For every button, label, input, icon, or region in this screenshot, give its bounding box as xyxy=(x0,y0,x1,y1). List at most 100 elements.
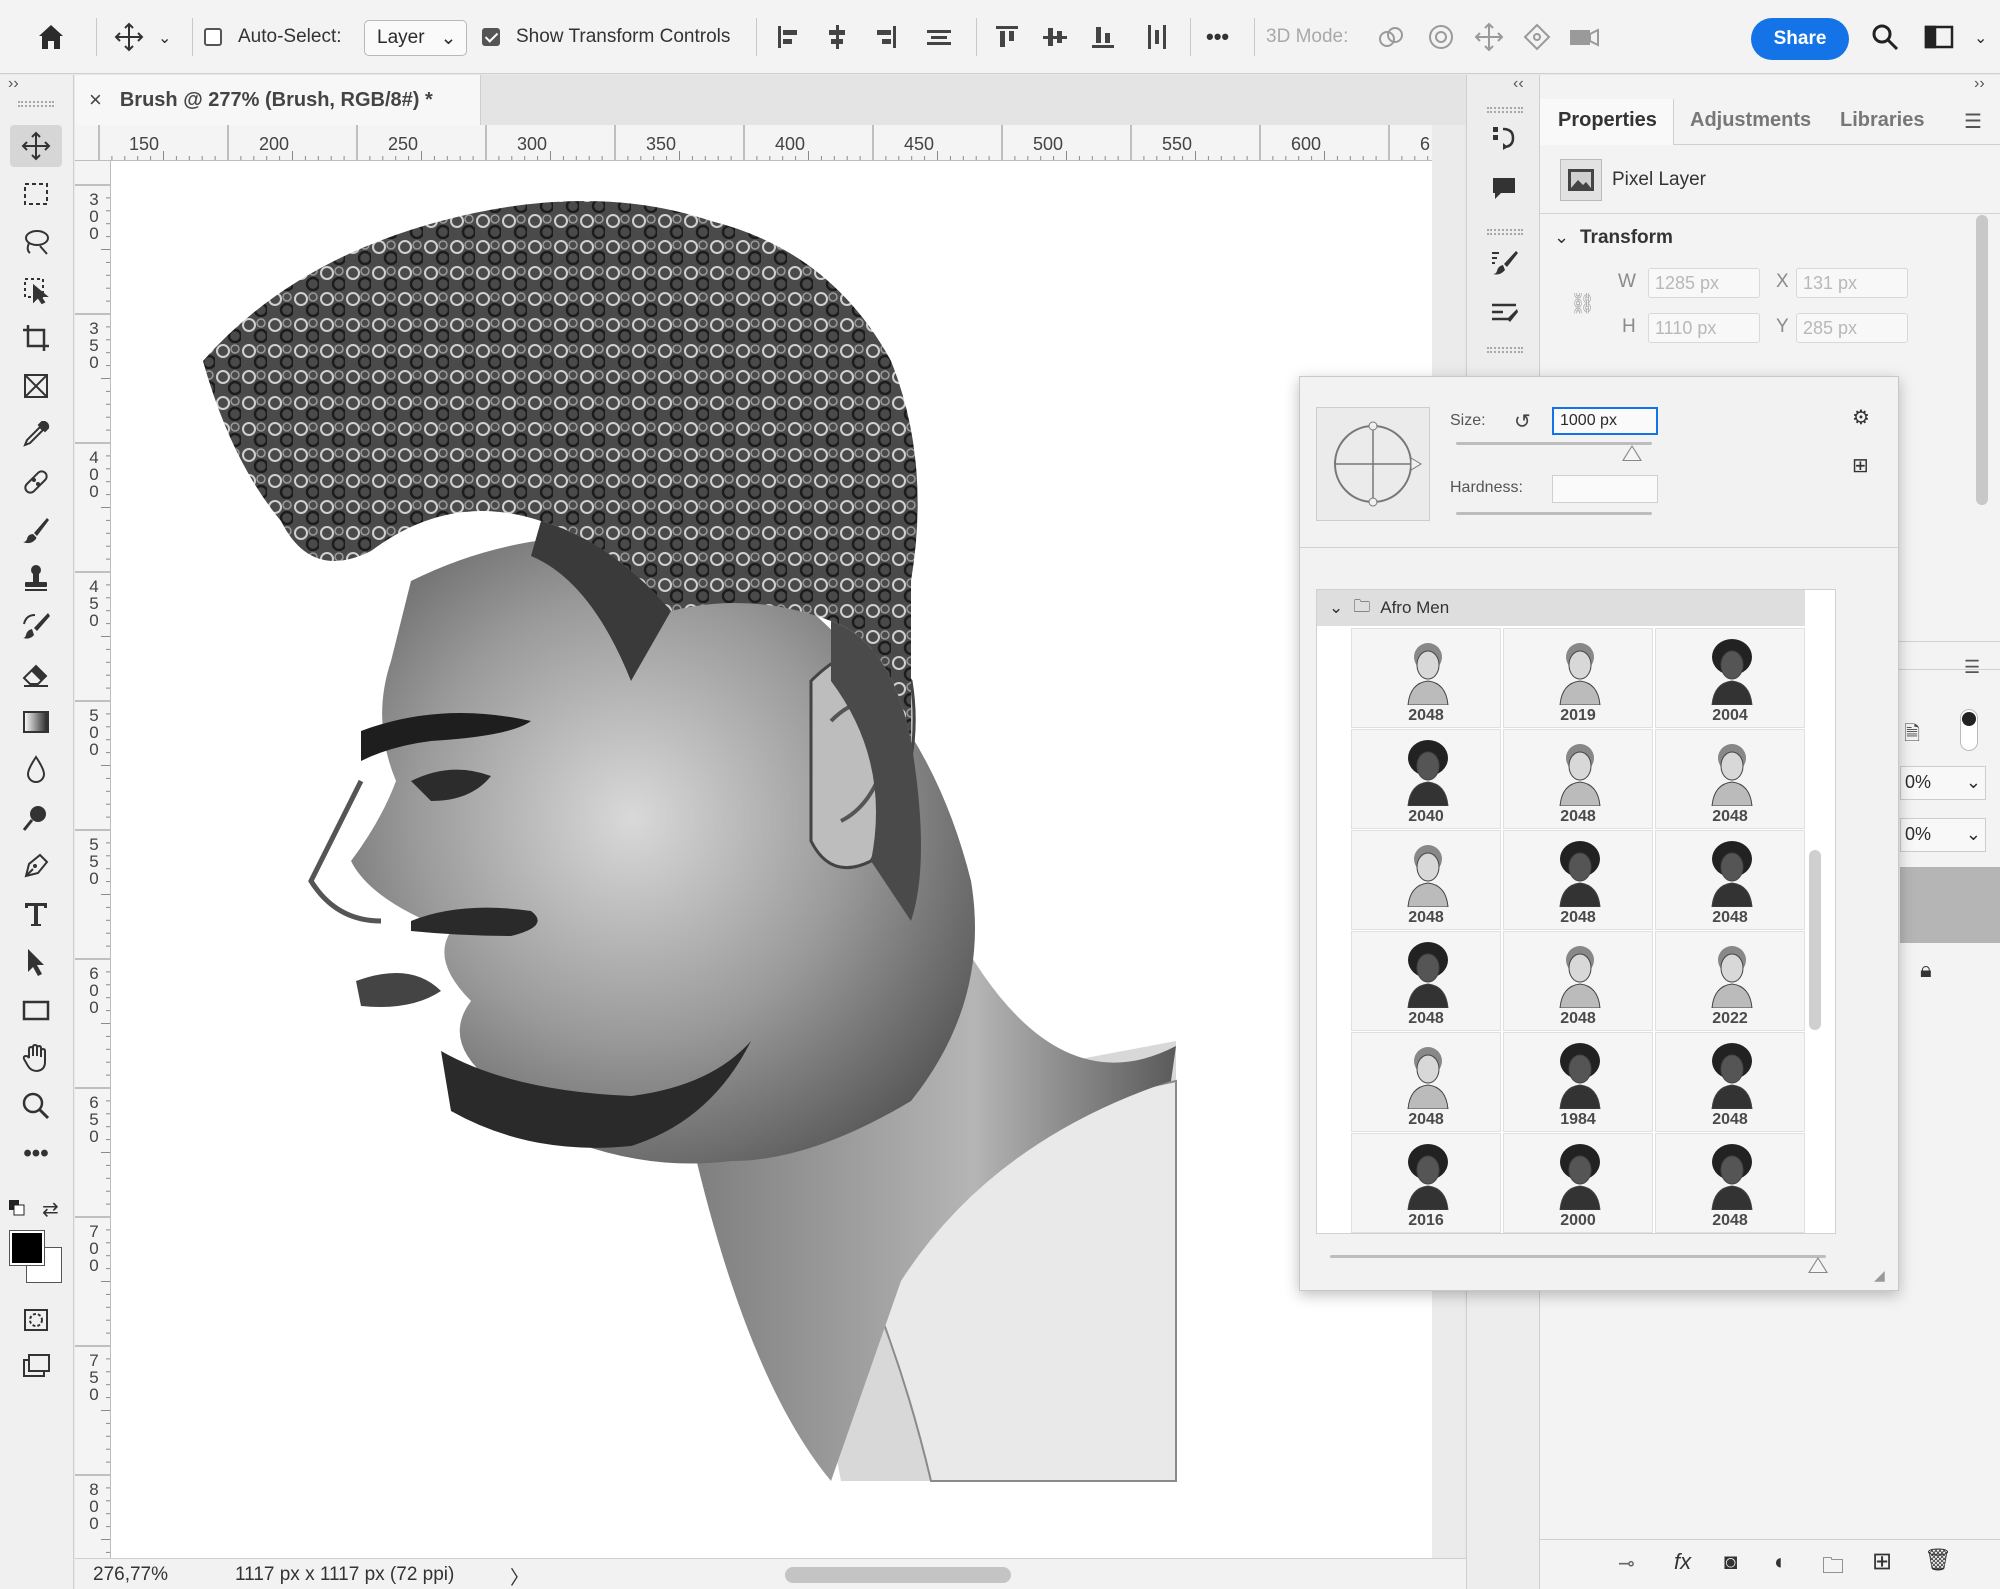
brush-preset-tile[interactable]: 2048 xyxy=(1351,628,1501,728)
opacity-field[interactable]: 0% ⌄ xyxy=(1900,766,1986,800)
clone-stamp-tool[interactable] xyxy=(10,557,62,599)
lock-artboard-icon[interactable]: 🗎 xyxy=(1904,719,1920,753)
gradient-tool[interactable] xyxy=(10,701,62,743)
selected-layer-row[interactable] xyxy=(1900,867,2000,943)
brush-preset-tile[interactable]: 2016 xyxy=(1351,1133,1501,1233)
brush-preset-tile[interactable]: 2040 xyxy=(1351,729,1501,829)
tab-libraries[interactable]: Libraries xyxy=(1840,109,1924,132)
eraser-tool[interactable] xyxy=(10,653,62,695)
3d-roll-icon[interactable] xyxy=(1424,20,1458,54)
move-tool[interactable] xyxy=(10,125,62,167)
chevron-down-icon[interactable]: ⌄ xyxy=(1554,227,1569,248)
fx-icon[interactable]: fx xyxy=(1674,1549,1691,1575)
move-tool-icon[interactable] xyxy=(112,20,146,54)
screen-mode-button[interactable] xyxy=(10,1345,62,1387)
width-field[interactable]: 1285 px xyxy=(1648,268,1760,298)
brush-preset-tile[interactable]: 2048 xyxy=(1351,1032,1501,1132)
status-menu-arrow[interactable]: 〉 xyxy=(510,1563,529,1589)
quick-mask-button[interactable] xyxy=(10,1299,62,1341)
marquee-tool[interactable] xyxy=(10,173,62,215)
hardness-input[interactable] xyxy=(1552,475,1658,503)
dodge-tool[interactable] xyxy=(10,797,62,839)
brush-preset-tile[interactable]: 2048 xyxy=(1351,830,1501,930)
3d-orbit-icon[interactable] xyxy=(1374,20,1408,54)
brush-settings-panel-icon[interactable] xyxy=(1485,243,1523,281)
size-input[interactable]: 1000 px xyxy=(1552,407,1658,435)
workspace-icon[interactable] xyxy=(1922,20,1956,54)
rectangle-tool[interactable] xyxy=(10,989,62,1031)
transform-section-title[interactable]: Transform xyxy=(1580,227,1673,249)
new-group-icon[interactable]: 🗀 xyxy=(1822,1549,1844,1587)
eyedropper-tool[interactable] xyxy=(10,413,62,455)
brush-preset-tile[interactable]: 2019 xyxy=(1503,628,1653,728)
crop-tool[interactable] xyxy=(10,317,62,359)
show-transform-checkbox[interactable] xyxy=(482,28,500,46)
comments-panel-icon[interactable] xyxy=(1485,169,1523,207)
document-canvas[interactable] xyxy=(111,161,1432,1558)
collapse-panel-icon[interactable]: ‹‹ xyxy=(1513,75,1524,93)
hardness-slider-track[interactable] xyxy=(1456,512,1652,515)
new-layer-icon[interactable]: ⊞ xyxy=(1872,1547,1892,1576)
history-panel-icon[interactable] xyxy=(1485,119,1523,157)
brush-preset-tile[interactable]: 2048 xyxy=(1655,729,1805,829)
panel-menu-icon[interactable]: ☰ xyxy=(1964,109,1982,134)
align-middle-v-icon[interactable] xyxy=(1038,20,1072,54)
size-slider-thumb[interactable] xyxy=(1622,445,1642,461)
close-tab-icon[interactable]: × xyxy=(89,87,102,113)
align-top-icon[interactable] xyxy=(990,20,1024,54)
distribute-v-icon[interactable] xyxy=(1140,20,1174,54)
type-tool[interactable] xyxy=(10,893,62,935)
blur-tool[interactable] xyxy=(10,749,62,791)
horizontal-scrollbar-thumb[interactable] xyxy=(785,1567,1011,1583)
align-left-icon[interactable] xyxy=(772,20,806,54)
new-preset-icon[interactable]: ⊞ xyxy=(1852,453,1869,478)
brush-preset-tile[interactable]: 2048 xyxy=(1503,830,1653,930)
brush-preset-tile[interactable]: 2004 xyxy=(1655,628,1805,728)
foreground-color-swatch[interactable] xyxy=(9,1230,45,1266)
object-selection-tool[interactable] xyxy=(10,269,62,311)
healing-brush-tool[interactable] xyxy=(10,461,62,503)
brush-preset-tile[interactable]: 2022 xyxy=(1655,931,1805,1031)
document-tab[interactable]: × Brush @ 277% (Brush, RGB/8#) * xyxy=(75,75,481,125)
tab-properties[interactable]: Properties xyxy=(1558,109,1657,132)
brush-folder-afro-men[interactable]: ⌄ 🗀 Afro Men xyxy=(1317,590,1805,626)
chevron-down-icon[interactable]: ⌄ xyxy=(1974,28,1987,48)
pen-tool[interactable] xyxy=(10,845,62,887)
default-colors-icon[interactable] xyxy=(8,1199,26,1222)
preset-list-scrollbar[interactable] xyxy=(1809,850,1821,1030)
expand-dock-icon[interactable]: ›› xyxy=(1974,75,1985,93)
brush-tool[interactable] xyxy=(10,509,62,551)
link-icon[interactable]: ⛓ xyxy=(1570,291,1595,316)
brush-presets-panel-icon[interactable] xyxy=(1485,293,1523,331)
search-icon[interactable] xyxy=(1868,20,1902,54)
height-field[interactable]: 1110 px xyxy=(1648,313,1760,343)
more-tools-icon[interactable]: ••• xyxy=(10,1133,62,1175)
expand-panel-icon[interactable]: ›› xyxy=(8,75,19,93)
share-button[interactable]: Share xyxy=(1751,18,1849,60)
add-mask-icon[interactable]: ◙ xyxy=(1724,1549,1737,1575)
properties-scrollbar[interactable] xyxy=(1976,215,1988,505)
y-field[interactable]: 285 px xyxy=(1796,313,1908,343)
adjustment-layer-icon[interactable]: ◐ xyxy=(1774,1549,1787,1575)
layer-dropdown[interactable]: Layer ⌄ xyxy=(364,20,468,56)
brush-preset-tile[interactable]: 2048 xyxy=(1503,729,1653,829)
align-bottom-icon[interactable] xyxy=(1086,20,1120,54)
brush-preset-tile[interactable]: 1984 xyxy=(1503,1032,1653,1132)
brush-preset-tile[interactable]: 2048 xyxy=(1503,931,1653,1031)
brush-preset-tile[interactable]: 2048 xyxy=(1655,1133,1805,1233)
chevron-down-icon[interactable]: ⌄ xyxy=(158,28,171,48)
panel-menu-icon[interactable]: ☰ xyxy=(1964,657,1980,678)
history-brush-tool[interactable] xyxy=(10,605,62,647)
align-right-icon[interactable] xyxy=(868,20,902,54)
auto-select-checkbox[interactable] xyxy=(204,28,222,46)
lock-icon[interactable]: 🔒︎ xyxy=(1920,957,1932,983)
link-layers-icon[interactable]: ⊸ xyxy=(1618,1551,1635,1576)
gear-icon[interactable]: ⚙ xyxy=(1852,405,1870,430)
hand-tool[interactable] xyxy=(10,1037,62,1079)
align-center-h-icon[interactable] xyxy=(820,20,854,54)
home-icon[interactable] xyxy=(34,20,68,54)
brush-preset-tile[interactable]: 2000 xyxy=(1503,1133,1653,1233)
brush-preset-tile[interactable]: 2048 xyxy=(1351,931,1501,1031)
delete-layer-icon[interactable]: 🗑 xyxy=(1924,1547,1952,1573)
brush-preset-tile[interactable]: 2048 xyxy=(1655,830,1805,930)
